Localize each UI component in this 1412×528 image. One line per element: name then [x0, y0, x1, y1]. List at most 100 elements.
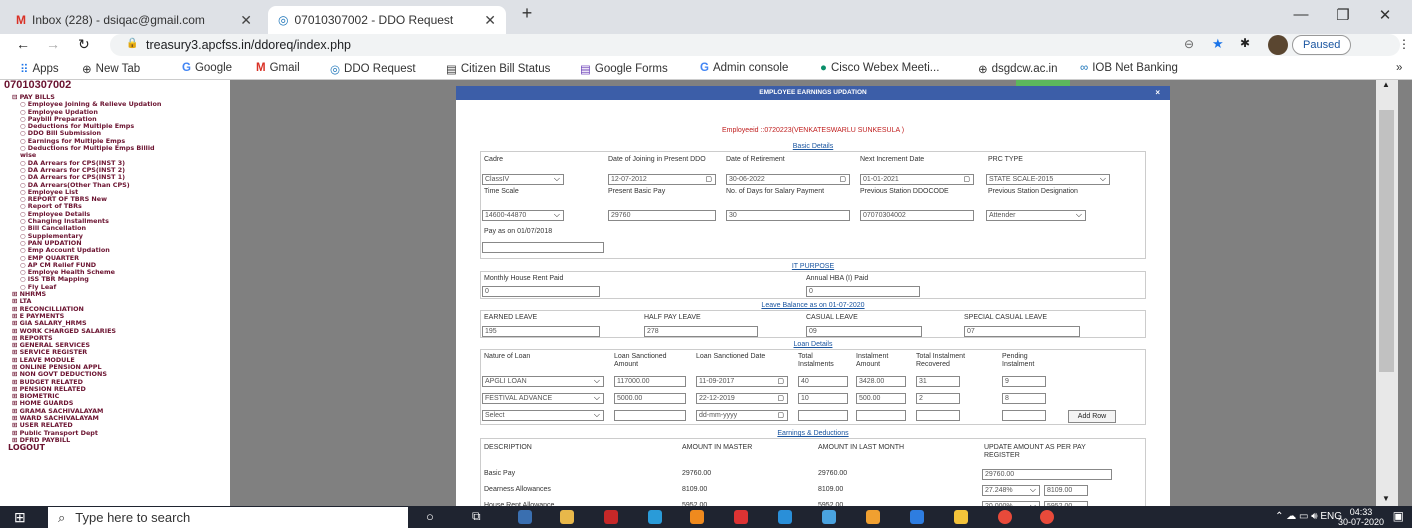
modal-close-icon[interactable]: × — [1155, 86, 1160, 100]
taskbar-search[interactable]: ⌕ Type here to search — [48, 507, 408, 528]
chrome-icon[interactable] — [998, 510, 1012, 524]
add-row-button[interactable]: Add Row — [1068, 410, 1116, 423]
bookmark-google[interactable]: G Google — [182, 62, 232, 74]
prev-ddo-input[interactable]: 07070304002 — [860, 210, 974, 221]
windows-start-icon[interactable]: ⊞ — [14, 509, 26, 526]
scroll-down-icon[interactable]: ▼ — [1382, 494, 1390, 503]
close-window-button[interactable]: ✕ — [1370, 6, 1400, 24]
prc-select[interactable]: STATE SCALE-2015 — [986, 174, 1110, 185]
chrome-icon-2[interactable] — [1040, 510, 1054, 524]
scroll-up-icon[interactable]: ▲ — [1382, 80, 1390, 89]
cortana-icon[interactable]: ○ — [426, 509, 434, 524]
bookmark-apps[interactable]: ⠿ Apps — [20, 62, 59, 76]
app-icon-10[interactable] — [910, 510, 924, 524]
profile-paused-chip[interactable]: Paused — [1292, 35, 1352, 55]
loan-amount-input[interactable] — [614, 410, 686, 421]
prev-desig-select[interactable]: Attender — [986, 210, 1086, 221]
close-tab-icon[interactable]: ✕ — [240, 12, 252, 29]
app-icon-9[interactable] — [866, 510, 880, 524]
half-pay-input[interactable]: 278 — [644, 326, 758, 337]
maximize-button[interactable]: ❐ — [1328, 6, 1358, 24]
time-scale-select[interactable]: 14600-44870 — [482, 210, 564, 221]
bookmark-google-forms[interactable]: ▤ Google Forms — [580, 62, 668, 76]
scrollbar-thumb[interactable] — [1379, 110, 1394, 372]
loan-rec-input[interactable]: 2 — [916, 393, 960, 404]
leave-balance-heading: Leave Balance as on 01-07-2020 — [761, 302, 865, 309]
pay-2018-input[interactable] — [482, 242, 604, 253]
loan-rec-input[interactable] — [916, 410, 960, 421]
special-casual-input[interactable]: 07 — [964, 326, 1080, 337]
loan-date-input[interactable]: 22-12-2019 — [696, 393, 788, 404]
task-view-icon[interactable]: ⧉ — [472, 509, 481, 524]
more-bookmarks-icon[interactable]: » — [1396, 62, 1402, 74]
extensions-icon[interactable]: ✱ — [1240, 36, 1250, 50]
sidebar-item[interactable]: ⊞ NHRMS — [0, 290, 230, 298]
loan-total-input[interactable] — [798, 410, 848, 421]
doj-date-input[interactable]: 12-07-2012 — [608, 174, 716, 185]
bookmark-ddo-request[interactable]: ◎ DDO Request — [330, 62, 416, 76]
bookmark-gmail[interactable]: M Gmail — [256, 62, 300, 74]
bookmark-dsgdcw[interactable]: ⊕ dsgdcw.ac.in — [978, 62, 1058, 76]
tab-ddo-request[interactable]: ◎ 07010307002 - DDO Request ✕ — [268, 6, 506, 34]
present-basic-input[interactable]: 29760 — [608, 210, 716, 221]
loan-pend-input[interactable]: 9 — [1002, 376, 1046, 387]
menu-icon[interactable]: ⋮ — [1398, 37, 1410, 51]
dor-date-input[interactable]: 30-06-2022 — [726, 174, 850, 185]
nid-date-input[interactable]: 01-01-2021 — [860, 174, 974, 185]
app-icon-8[interactable] — [822, 510, 836, 524]
store-icon[interactable] — [560, 510, 574, 524]
clock[interactable]: 04:33 30-07-2020 — [1338, 507, 1384, 527]
filezilla-icon[interactable] — [604, 510, 618, 524]
vlc-icon[interactable] — [690, 510, 704, 524]
file-explorer-icon[interactable] — [954, 510, 968, 524]
url-field[interactable]: 🔒 treasury3.apcfss.in/ddoreq/index.php ⊖… — [110, 34, 1400, 56]
loan-pend-input[interactable]: 8 — [1002, 393, 1046, 404]
bookmark-admin-console[interactable]: G Admin console — [700, 62, 788, 74]
tray-icons[interactable]: ⌃ ☁ ▭ 🔊︎ — [1275, 511, 1320, 522]
days-input[interactable]: 30 — [726, 210, 850, 221]
loan-amount-input[interactable]: 5000.00 — [614, 393, 686, 404]
cadre-select[interactable]: ClassIV — [482, 174, 564, 185]
back-icon[interactable]: ← — [16, 36, 30, 52]
casual-leave-input[interactable]: 09 — [806, 326, 922, 337]
loan-rec-input[interactable]: 31 — [916, 376, 960, 387]
loan-pend-input[interactable] — [1002, 410, 1046, 421]
page-scrollbar[interactable]: ▲ ▼ — [1376, 80, 1398, 506]
earn-percent-select[interactable]: 27.248% — [982, 485, 1040, 496]
loan-amount-input[interactable]: 117000.00 — [614, 376, 686, 387]
notifications-icon[interactable]: ▣ — [1393, 509, 1404, 523]
earn-update-input[interactable]: 8109.00 — [1044, 485, 1088, 496]
zoom-icon[interactable]: ⊖ — [1184, 37, 1194, 51]
anydesk-icon[interactable] — [734, 510, 748, 524]
loan-inst-input[interactable] — [856, 410, 906, 421]
app-icon-1[interactable] — [518, 510, 532, 524]
loan-inst-input[interactable]: 3428.00 — [856, 376, 906, 387]
loan-date-input[interactable]: 11-09-2017 — [696, 376, 788, 387]
minimize-button[interactable]: — — [1286, 6, 1316, 23]
app-icon-7[interactable] — [778, 510, 792, 524]
loan-total-input[interactable]: 10 — [798, 393, 848, 404]
loan-nature-input[interactable]: APGLI LOAN — [482, 376, 604, 387]
loan-date-input[interactable]: dd-mm-yyyy — [696, 410, 788, 421]
tab-gmail[interactable]: M Inbox (228) - dsiqac@gmail.com ✕ — [6, 6, 262, 34]
earn-update-input[interactable]: 29760.00 — [982, 469, 1112, 480]
profile-avatar[interactable] — [1268, 35, 1288, 55]
loan-nature-input[interactable]: Select — [482, 410, 604, 421]
star-icon[interactable]: ★ — [1212, 36, 1224, 52]
bookmark-citizen-bill[interactable]: ▤ Citizen Bill Status — [446, 62, 550, 76]
forward-icon[interactable]: → — [46, 36, 60, 52]
new-tab-button[interactable]: + — [512, 3, 542, 24]
close-tab-icon[interactable]: ✕ — [484, 12, 496, 29]
loan-nature-input[interactable]: FESTIVAL ADVANCE — [482, 393, 604, 404]
hba-input[interactable]: 0 — [806, 286, 920, 297]
reload-icon[interactable]: ↻ — [78, 36, 90, 53]
bookmark-new-tab[interactable]: ⊕ New Tab — [82, 62, 140, 76]
bookmark-webex[interactable]: ● Cisco Webex Meeti... — [820, 62, 939, 74]
house-rent-input[interactable]: 0 — [482, 286, 600, 297]
loan-inst-input[interactable]: 500.00 — [856, 393, 906, 404]
edge-icon[interactable] — [648, 510, 662, 524]
bookmark-iob[interactable]: ∞ IOB Net Banking — [1080, 62, 1178, 74]
loan-total-input[interactable]: 40 — [798, 376, 848, 387]
earned-leave-input[interactable]: 195 — [482, 326, 600, 337]
logout-link[interactable]: LOGOUT — [0, 444, 230, 452]
